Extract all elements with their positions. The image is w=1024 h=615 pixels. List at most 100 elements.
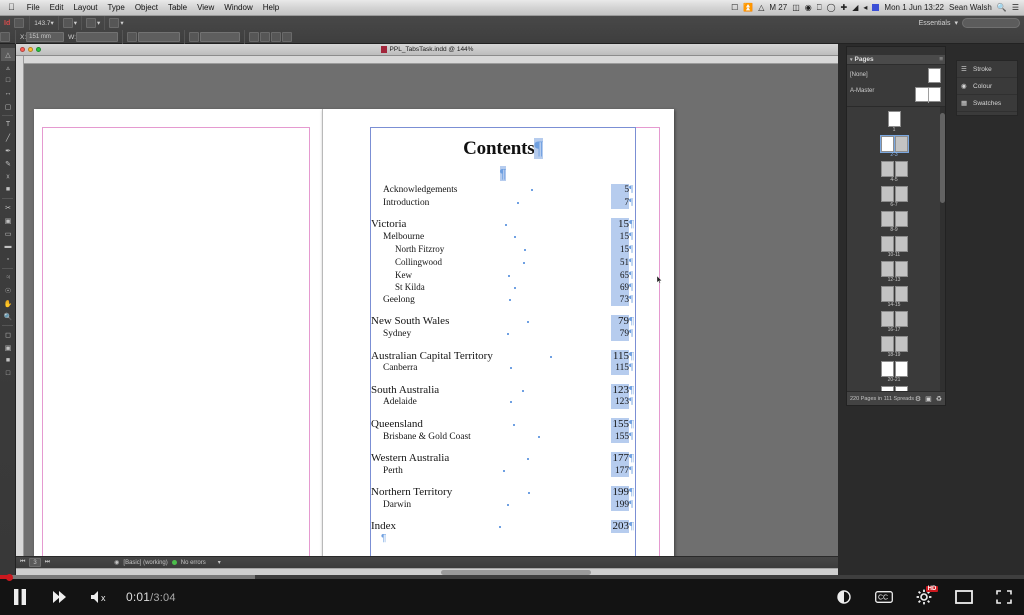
horizontal-ruler[interactable] [16, 56, 838, 64]
screen-mode-tool[interactable]: □ [1, 367, 15, 380]
menu-item-type[interactable]: Type [102, 3, 129, 12]
page-spread-thumbnail[interactable]: 12-13 [881, 261, 908, 277]
page-thumbnail[interactable] [895, 136, 908, 152]
toc-entry[interactable]: Geelong73¶ [371, 294, 635, 307]
volume-icon[interactable]: ◂ [863, 4, 867, 12]
toc-entry[interactable]: Kew65¶ [371, 269, 635, 282]
zoom-button[interactable] [36, 47, 41, 52]
dock-item-stroke[interactable]: ☰ Stroke [957, 61, 1017, 78]
page-thumbnails-list[interactable]: 12-34-56-78-910-1112-1314-1516-1718-1920… [847, 107, 945, 391]
toc-entry[interactable]: Victoria15¶ [371, 218, 635, 231]
help-search-input[interactable] [962, 18, 1020, 28]
tool-page-tool[interactable]: □ [1, 74, 15, 87]
toc-entry[interactable]: Queensland155¶ [371, 418, 635, 431]
page-spread-thumbnail[interactable]: 2-3 [881, 136, 908, 152]
toc-entry[interactable]: Australian Capital Territory115¶ [371, 350, 635, 363]
horizontal-scrollbar[interactable] [16, 568, 838, 575]
zoom-level-value[interactable]: 143.7 [34, 20, 50, 27]
time-machine-icon[interactable]: ◉ [805, 4, 812, 12]
clock-icon[interactable]: ◯ [827, 4, 836, 12]
menu-item-file[interactable]: File [22, 3, 45, 12]
rotate-ccw-button[interactable] [249, 32, 259, 42]
page-thumbnail[interactable] [881, 361, 894, 377]
chevron-down-icon[interactable]: ▾ [120, 19, 123, 27]
master-thumbnail-a-master[interactable] [915, 87, 941, 102]
toc-entry[interactable]: Acknowledgements5¶ [371, 184, 635, 197]
preflight-icon[interactable]: ◉ [114, 559, 119, 566]
apply-color-button[interactable]: ■ [1, 354, 15, 367]
bluetooth-icon[interactable]: ⏫ [743, 4, 753, 12]
menu-item-table[interactable]: Table [163, 3, 192, 12]
document-canvas[interactable]: Contents¶ ¶ Acknowledgements5¶Introducti… [16, 56, 838, 556]
page-thumbnail[interactable] [895, 186, 908, 202]
stroke-weight-icon[interactable] [189, 32, 199, 42]
dropbox-icon[interactable]: △ [758, 4, 764, 12]
dock-item-swatches[interactable]: ▦ Swatches [957, 95, 1017, 112]
screen-mode-dropdown[interactable] [86, 18, 96, 28]
page-thumbnail[interactable] [895, 211, 908, 227]
page-thumbnail[interactable] [881, 211, 894, 227]
page-spread-thumbnail[interactable]: 4-5 [881, 161, 908, 177]
battery-icon[interactable]: ◫ [792, 4, 800, 12]
page-spread-thumbnail[interactable]: 20-21 [881, 361, 908, 377]
page-thumbnail[interactable] [881, 286, 894, 302]
page-spread-thumbnail[interactable]: 8-9 [881, 211, 908, 227]
page-thumbnail[interactable] [881, 161, 894, 177]
toc-entry[interactable]: Western Australia177¶ [371, 452, 635, 465]
page-thumbnail[interactable] [881, 136, 894, 152]
chevron-down-icon[interactable]: ▾ [954, 19, 958, 27]
minimize-button[interactable] [28, 47, 33, 52]
vertical-ruler[interactable] [16, 56, 24, 556]
formatting-affects-container[interactable]: ▣ [1, 341, 15, 354]
pause-icon[interactable] [0, 579, 40, 615]
page-thumbnail[interactable] [881, 236, 894, 252]
tool-rectangle-frame-tool[interactable]: ☓ [1, 170, 15, 183]
apple-menu-icon[interactable]:  [0, 3, 22, 12]
toc-entry[interactable]: Canberra115¶ [371, 362, 635, 375]
page-number-field[interactable]: 3 [29, 558, 40, 567]
tool-hand-tool[interactable]: ✋ [1, 297, 15, 310]
flip-horizontal-button[interactable] [271, 32, 281, 42]
page-spread-thumbnail[interactable]: 10-11 [881, 236, 908, 252]
mute-icon[interactable]: x [80, 579, 120, 615]
page-thumbnail[interactable] [895, 311, 908, 327]
page-thumbnail[interactable] [895, 236, 908, 252]
fullscreen-icon[interactable] [984, 579, 1024, 615]
closed-captions-icon[interactable]: CC [864, 579, 904, 615]
last-page-icon[interactable]: ⏭ [45, 559, 50, 566]
toc-entry[interactable]: Northern Territory199¶ [371, 486, 635, 499]
tool-free-transform-tool[interactable]: ▣ [1, 214, 15, 227]
tool-measure-tool[interactable]: ☉ [1, 284, 15, 297]
tool-line-tool[interactable]: ╱ [1, 131, 15, 144]
toc-entry[interactable]: Melbourne15¶ [371, 231, 635, 244]
menu-bar-username[interactable]: Sean Walsh [949, 4, 992, 12]
toc-text-frame[interactable]: Contents¶ ¶ Acknowledgements5¶Introducti… [370, 127, 636, 556]
close-button[interactable] [20, 47, 25, 52]
search-icon[interactable]: 🔍 [997, 4, 1007, 12]
new-page-icon[interactable]: ▣ [925, 395, 932, 403]
display-icon[interactable]: ⎕ [817, 4, 822, 12]
tool-eyedropper-tool[interactable]: ♃ [1, 271, 15, 284]
chevron-down-icon[interactable]: ▾ [97, 19, 100, 27]
size-toggle-icon[interactable] [944, 579, 984, 615]
tool-direct-selection-tool[interactable]: ▵ [1, 61, 15, 74]
memory-monitor-label[interactable]: M 27 [769, 4, 787, 12]
tool-rectangle-tool[interactable]: ■ [1, 183, 15, 196]
page-thumbnail[interactable] [895, 361, 908, 377]
tool-content-collector-tool[interactable]: ▢ [1, 100, 15, 113]
page-left[interactable] [34, 109, 322, 556]
stroke-weight-field[interactable] [200, 32, 240, 42]
preflight-profile-label[interactable]: [Basic] (working) [123, 560, 167, 566]
tool-pen-tool[interactable]: ✒ [1, 144, 15, 157]
width-field[interactable] [76, 32, 118, 42]
page-spread-thumbnail[interactable]: 1 [888, 111, 901, 127]
toc-entry[interactable]: St Kilda69¶ [371, 281, 635, 294]
page-right[interactable]: Contents¶ ¶ Acknowledgements5¶Introducti… [322, 109, 674, 556]
fill-stroke-swatch[interactable]: ◻ [1, 328, 15, 341]
tool-zoom-tool[interactable]: 🔍 [1, 310, 15, 323]
chevron-down-icon[interactable]: ▾ [850, 57, 853, 63]
page-thumbnail[interactable] [881, 261, 894, 277]
workspace-name[interactable]: Essentials [919, 20, 951, 27]
constrain-proportions-icon[interactable] [127, 32, 137, 42]
document-tab[interactable]: PPL_TabsTask.indd @ 144% [16, 44, 838, 56]
